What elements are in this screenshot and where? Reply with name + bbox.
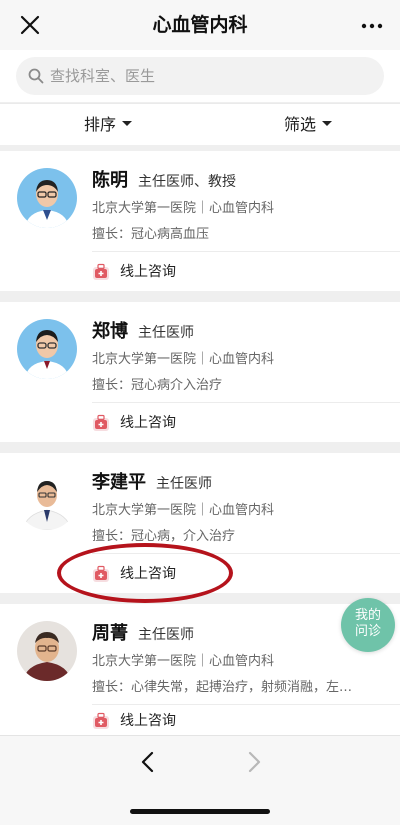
doctor-title: 主任医师 — [156, 476, 212, 492]
divider — [92, 251, 400, 252]
more-dots-icon[interactable] — [360, 14, 384, 38]
online-consult-label: 线上咨询 — [120, 264, 176, 280]
fab-line-2: 问诊 — [354, 624, 381, 639]
sort-label: 排序 — [84, 115, 117, 134]
filter-bar: 排序 筛选 — [0, 103, 400, 145]
page-title: 心血管内科 — [152, 14, 248, 36]
doctor-hospital: 北京大学第一医院｜心血管内科 — [92, 503, 275, 518]
chevron-left-icon[interactable] — [136, 750, 160, 774]
doctor-title: 主任医师 — [138, 325, 194, 341]
my-consultations-button[interactable]: 我的 问诊 — [341, 598, 395, 652]
doctor-specialty: 擅长：冠心病介入治疗 — [92, 378, 223, 393]
home-indicator — [130, 809, 270, 814]
doctor-avatar — [17, 168, 77, 228]
doctor-card[interactable]: 郑博 主任医师 北京大学第一医院｜心血管内科 擅长：冠心病介入治疗 线上咨询 — [0, 302, 400, 442]
doctor-title: 主任医师 — [138, 627, 194, 643]
doctor-name: 李建平 — [92, 472, 146, 493]
doctor-name-row: 郑博 主任医师 — [92, 317, 194, 343]
doctor-title: 主任医师、教授 — [138, 174, 236, 190]
doctor-hospital: 北京大学第一医院｜心血管内科 — [92, 654, 275, 669]
doctor-specialty: 擅长：冠心病高血压 — [92, 227, 210, 242]
doctor-name: 周菁 — [92, 623, 128, 644]
doctor-specialty: 擅长：冠心病，介入治疗 — [92, 529, 236, 544]
highlight-oval-annotation — [57, 543, 233, 603]
doctor-hospital: 北京大学第一医院｜心血管内科 — [92, 352, 275, 367]
medical-kit-icon — [93, 712, 109, 729]
caret-down-icon — [322, 121, 333, 126]
medical-kit-icon — [93, 414, 109, 431]
doctor-name-row: 陈明 主任医师、教授 — [92, 166, 236, 192]
search-input[interactable] — [50, 57, 370, 95]
doctor-card[interactable]: 周菁 主任医师 北京大学第一医院｜心血管内科 擅长：心律失常，起搏治疗，射频消融，… — [0, 604, 400, 735]
search-icon — [28, 68, 44, 84]
doctor-name: 郑博 — [92, 321, 128, 342]
sort-dropdown[interactable]: 排序 — [84, 104, 133, 146]
medical-kit-icon — [93, 263, 109, 280]
online-consult-label: 线上咨询 — [120, 415, 176, 431]
caret-down-icon — [122, 121, 133, 126]
bottom-nav-bar — [0, 735, 400, 825]
doctor-name-row: 周菁 主任医师 — [92, 619, 194, 645]
doctor-avatar — [17, 319, 77, 379]
divider — [92, 402, 400, 403]
search-box[interactable] — [16, 57, 384, 95]
search-section — [0, 50, 400, 102]
doctor-specialty: 擅长：心律失常，起搏治疗，射频消融，左… — [92, 680, 353, 695]
online-consult-label: 线上咨询 — [120, 713, 176, 729]
filter-dropdown[interactable]: 筛选 — [284, 104, 333, 146]
doctor-name-row: 李建平 主任医师 — [92, 468, 212, 494]
doctor-hospital: 北京大学第一医院｜心血管内科 — [92, 201, 275, 216]
chevron-right-icon[interactable] — [242, 750, 266, 774]
fab-line-1: 我的 — [354, 608, 381, 623]
doctor-name: 陈明 — [92, 170, 128, 191]
doctor-avatar — [17, 470, 77, 530]
top-bar: 心血管内科 — [0, 0, 400, 50]
divider — [92, 704, 400, 705]
doctor-card[interactable]: 陈明 主任医师、教授 北京大学第一医院｜心血管内科 擅长：冠心病高血压 线上咨询 — [0, 151, 400, 291]
filter-label: 筛选 — [284, 115, 317, 134]
doctor-avatar — [17, 621, 77, 681]
